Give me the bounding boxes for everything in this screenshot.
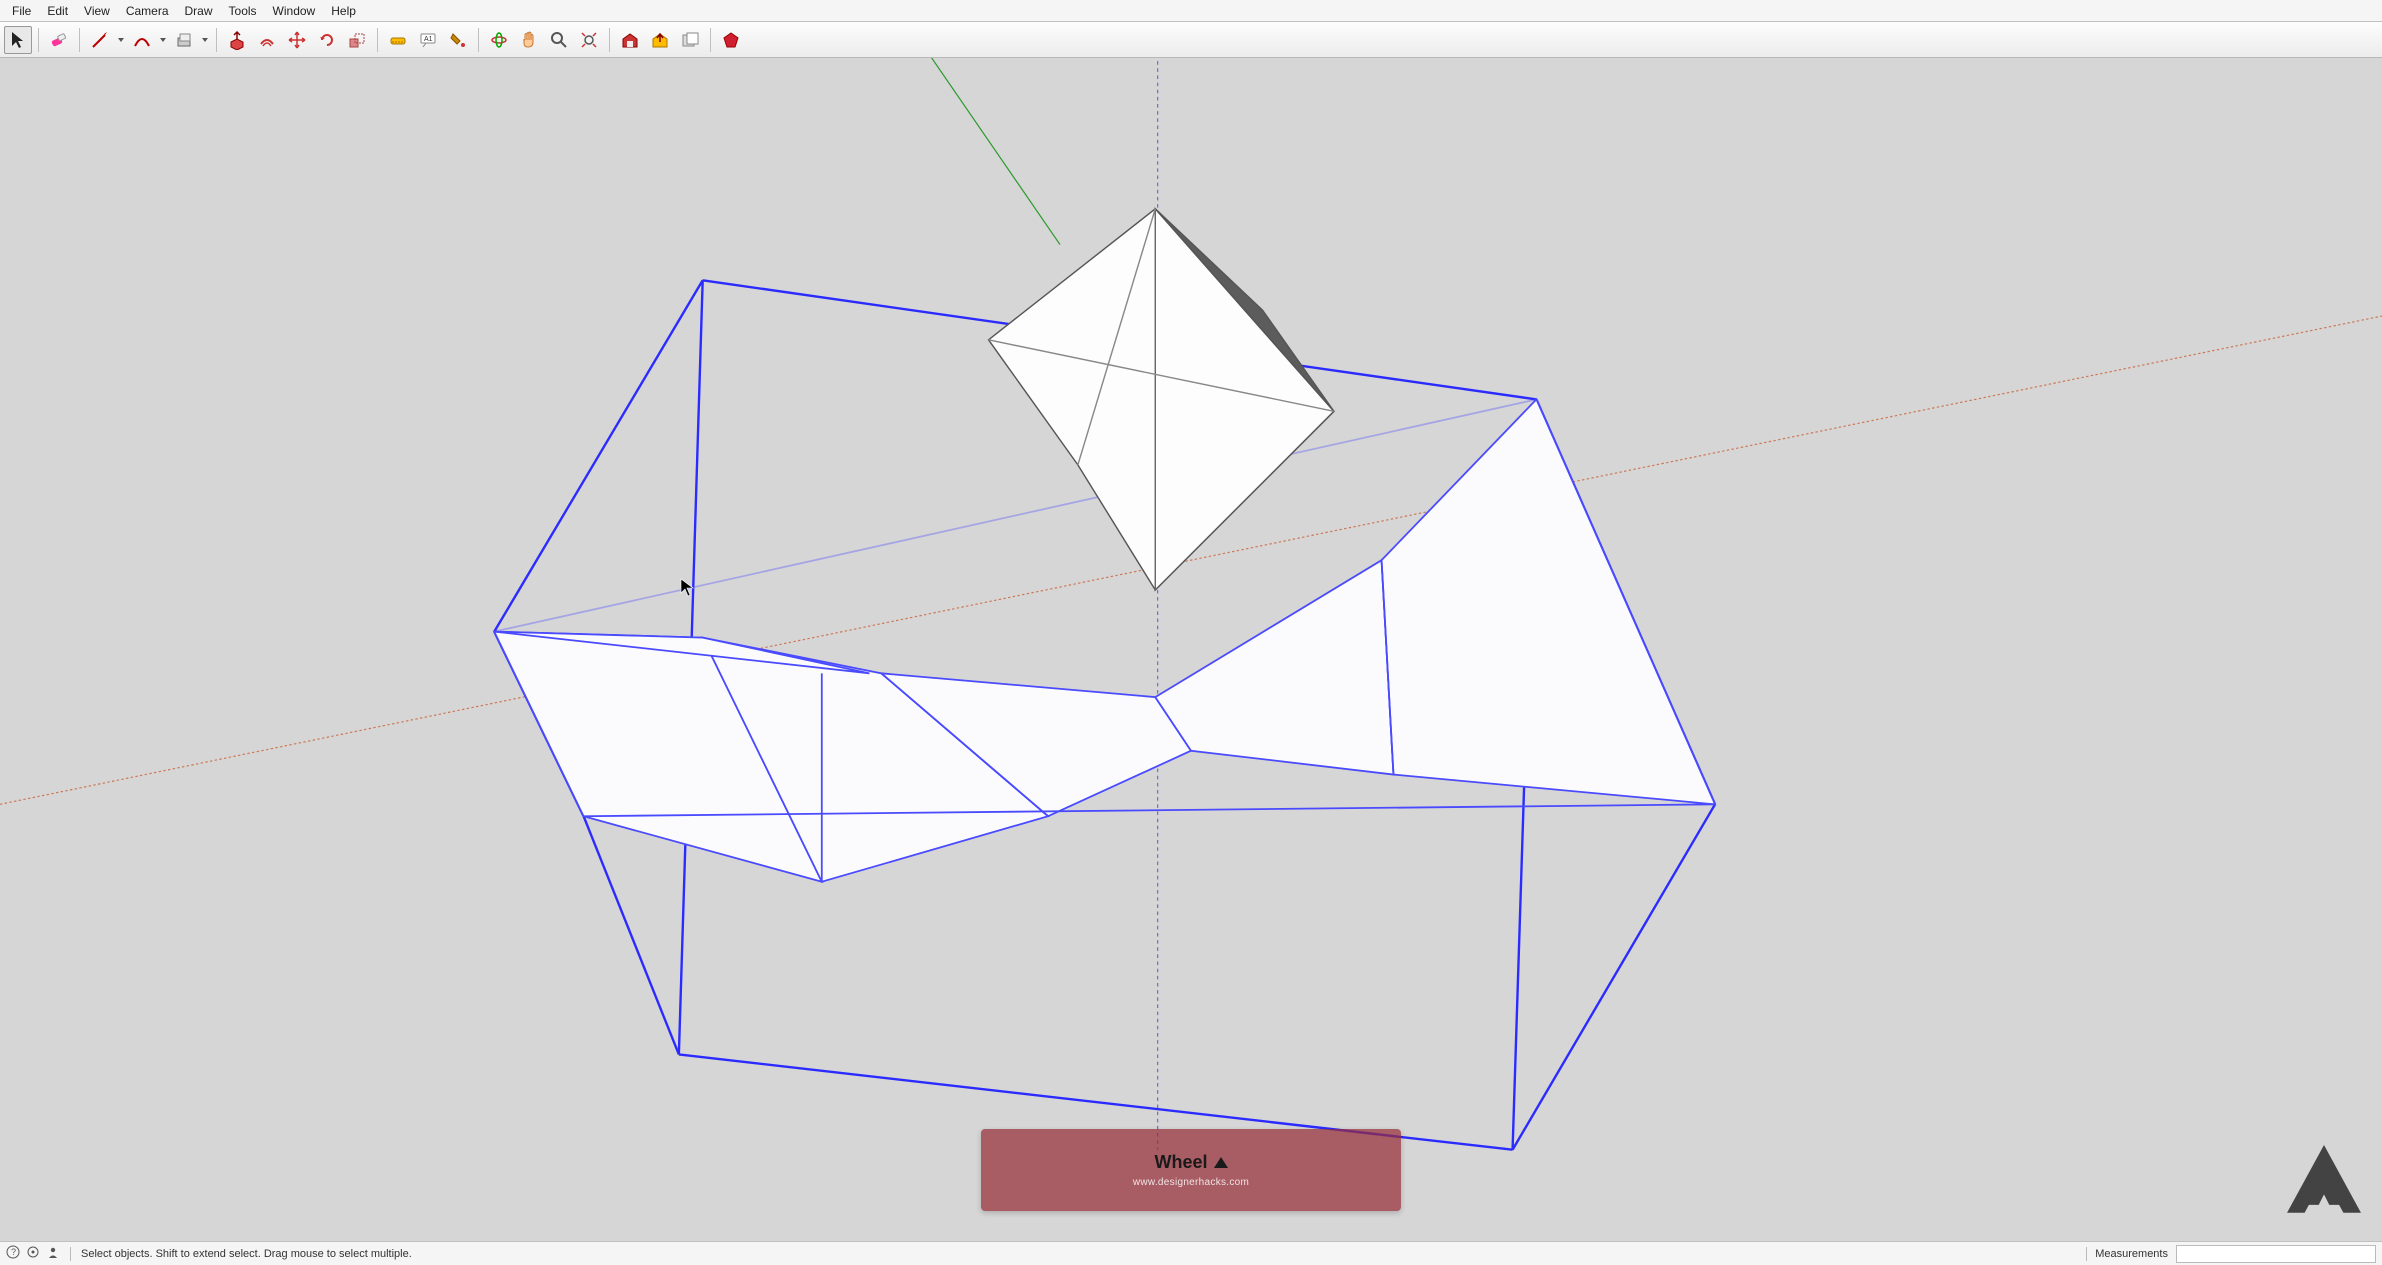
menu-view[interactable]: View [76, 2, 118, 20]
warehouse-tool[interactable] [616, 26, 644, 54]
geolocate-icon[interactable] [26, 1245, 40, 1262]
rotate-tool[interactable] [313, 26, 341, 54]
measurements-label: Measurements [2095, 1248, 2168, 1260]
shape-tool[interactable] [170, 26, 198, 54]
status-bar: ? Select objects. Shift to extend select… [0, 1241, 2382, 1265]
svg-text:A1: A1 [424, 36, 433, 43]
measurements-input[interactable] [2176, 1245, 2376, 1263]
overlay-title: Wheel [1154, 1152, 1207, 1173]
text-tool[interactable]: A1 [414, 26, 442, 54]
menu-file[interactable]: File [4, 2, 39, 20]
octahedron [989, 209, 1334, 590]
select-tool[interactable] [4, 26, 32, 54]
toolbar: A1 [0, 22, 2382, 58]
menu-help[interactable]: Help [323, 2, 364, 20]
menu-camera[interactable]: Camera [118, 2, 177, 20]
toolbar-separator [377, 28, 378, 52]
paint-tool[interactable] [444, 26, 472, 54]
status-divider [2086, 1247, 2087, 1261]
toolbar-separator [79, 28, 80, 52]
axis-green [929, 58, 1060, 245]
shortcut-hint-overlay: Wheel www.designerhacks.com [981, 1129, 1401, 1211]
tape-tool[interactable] [384, 26, 412, 54]
menu-tools[interactable]: Tools [221, 2, 265, 20]
toolbar-separator [478, 28, 479, 52]
scale-tool[interactable] [343, 26, 371, 54]
orbit-tool[interactable] [485, 26, 513, 54]
menu-draw[interactable]: Draw [177, 2, 221, 20]
offset-tool[interactable] [253, 26, 281, 54]
line-tool[interactable] [86, 26, 114, 54]
status-hint: Select objects. Shift to extend select. … [81, 1248, 412, 1260]
eraser-tool[interactable] [45, 26, 73, 54]
scene-canvas [0, 58, 2382, 1241]
pan-tool[interactable] [515, 26, 543, 54]
watermark-logo [2280, 1138, 2368, 1229]
shape-tool-dropdown[interactable] [200, 38, 210, 42]
extensions-tool[interactable] [676, 26, 704, 54]
arc-tool-dropdown[interactable] [158, 38, 168, 42]
up-arrow-icon [1214, 1157, 1228, 1168]
toolbar-separator [609, 28, 610, 52]
menu-window[interactable]: Window [265, 2, 324, 20]
share-tool[interactable] [646, 26, 674, 54]
toolbar-separator [216, 28, 217, 52]
move-tool[interactable] [283, 26, 311, 54]
viewport[interactable]: Wheel www.designerhacks.com [0, 58, 2382, 1241]
toolbar-separator [710, 28, 711, 52]
help-icon[interactable]: ? [6, 1245, 20, 1262]
menu-bar: File Edit View Camera Draw Tools Window … [0, 0, 2382, 22]
ruby-tool[interactable] [717, 26, 745, 54]
line-tool-dropdown[interactable] [116, 38, 126, 42]
overlay-subtitle: www.designerhacks.com [1133, 1177, 1249, 1188]
toolbar-separator [38, 28, 39, 52]
menu-edit[interactable]: Edit [39, 2, 76, 20]
zoom-tool[interactable] [545, 26, 573, 54]
status-divider [70, 1247, 71, 1261]
pushpull-tool[interactable] [223, 26, 251, 54]
svg-text:?: ? [11, 1247, 16, 1257]
zoom-extents-tool[interactable] [575, 26, 603, 54]
arc-tool[interactable] [128, 26, 156, 54]
profile-icon[interactable] [46, 1245, 60, 1262]
